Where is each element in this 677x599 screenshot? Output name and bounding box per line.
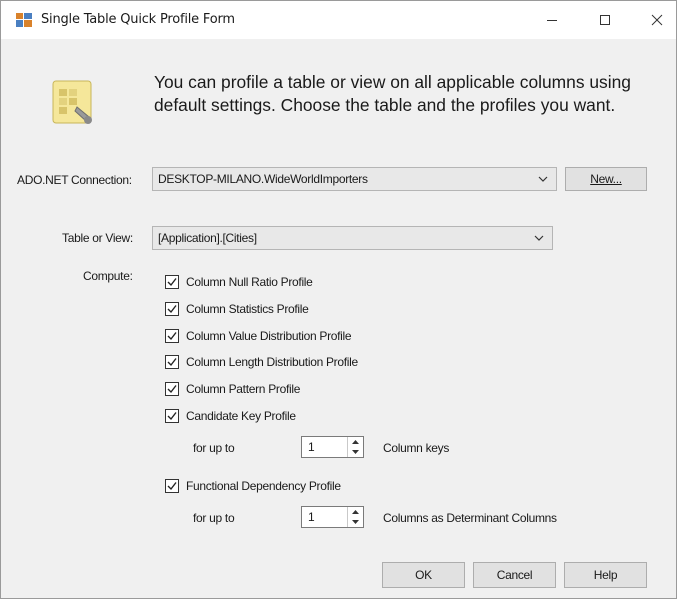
checkmark-icon <box>167 358 177 367</box>
stepper-up-button[interactable] <box>348 437 363 447</box>
length-distribution-profile-checkbox[interactable]: Column Length Distribution Profile <box>165 354 358 370</box>
intro-text: You can profile a table or view on all a… <box>154 72 631 115</box>
checkbox-label: Column Statistics Profile <box>186 302 309 316</box>
stepper-value: 1 <box>308 440 315 454</box>
determinant-columns-stepper[interactable]: 1 <box>301 506 364 528</box>
checkbox-box[interactable] <box>165 382 179 396</box>
value-distribution-profile-checkbox[interactable]: Column Value Distribution Profile <box>165 328 352 344</box>
checkbox-label: Column Length Distribution Profile <box>186 355 358 369</box>
title-bar[interactable]: Single Table Quick Profile Form <box>1 1 676 39</box>
dialog-window: Single Table Quick Profile Form You can … <box>0 0 677 599</box>
checkbox-label: Candidate Key Profile <box>186 409 296 423</box>
checkmark-icon <box>167 305 177 314</box>
pattern-profile-checkbox[interactable]: Column Pattern Profile <box>165 381 300 397</box>
close-icon <box>651 14 663 26</box>
table-dropdown[interactable]: [Application].[Cities] <box>152 226 553 250</box>
checkbox-box[interactable] <box>165 302 179 316</box>
maximize-icon <box>600 15 610 25</box>
functional-dependency-prefix: for up to <box>193 511 235 525</box>
checkmark-icon <box>167 278 177 287</box>
candidate-key-suffix: Column keys <box>383 441 450 455</box>
checkmark-icon <box>167 482 177 491</box>
stepper-arrows <box>347 437 363 457</box>
checkmark-icon <box>167 332 177 341</box>
checkbox-label: Column Null Ratio Profile <box>186 275 313 289</box>
table-label: Table or View: <box>62 231 133 245</box>
candidate-key-count-stepper[interactable]: 1 <box>301 436 364 458</box>
chevron-down-icon <box>538 176 548 182</box>
stepper-value: 1 <box>308 510 315 524</box>
profile-wizard-icon <box>49 77 101 129</box>
stepper-down-button[interactable] <box>348 447 363 457</box>
statistics-profile-checkbox[interactable]: Column Statistics Profile <box>165 301 309 317</box>
minimize-button[interactable] <box>529 1 575 39</box>
stepper-down-button[interactable] <box>348 517 363 527</box>
checkbox-label: Column Pattern Profile <box>186 382 301 396</box>
stepper-arrows <box>347 507 363 527</box>
triangle-down-icon <box>352 450 359 454</box>
checkbox-box[interactable] <box>165 275 179 289</box>
chevron-down-icon <box>534 235 544 241</box>
checkbox-box[interactable] <box>165 409 179 423</box>
checkbox-label: Column Value Distribution Profile <box>186 329 352 343</box>
ok-button[interactable]: OK <box>382 562 465 588</box>
checkbox-label: Functional Dependency Profile <box>186 479 341 493</box>
new-connection-button[interactable]: New... <box>565 167 647 191</box>
checkmark-icon <box>167 385 177 394</box>
maximize-button[interactable] <box>582 1 628 39</box>
help-button[interactable]: Help <box>564 562 647 588</box>
connection-label: ADO.NET Connection: <box>17 173 132 187</box>
app-icon <box>16 13 32 27</box>
triangle-up-icon <box>352 440 359 444</box>
functional-dependency-profile-checkbox[interactable]: Functional Dependency Profile <box>165 478 341 494</box>
null-ratio-profile-checkbox[interactable]: Column Null Ratio Profile <box>165 274 313 290</box>
functional-dependency-suffix: Columns as Determinant Columns <box>383 511 557 525</box>
candidate-key-prefix: for up to <box>193 441 235 455</box>
checkbox-box[interactable] <box>165 479 179 493</box>
connection-dropdown[interactable]: DESKTOP-MILANO.WideWorldImporters <box>152 167 557 191</box>
minimize-icon <box>547 20 557 21</box>
checkbox-box[interactable] <box>165 355 179 369</box>
checkmark-icon <box>167 412 177 421</box>
triangle-up-icon <box>352 510 359 514</box>
table-value: [Application].[Cities] <box>158 231 257 245</box>
help-label: Help <box>593 568 618 582</box>
checkbox-box[interactable] <box>165 329 179 343</box>
candidate-key-profile-checkbox[interactable]: Candidate Key Profile <box>165 408 296 424</box>
cancel-label: Cancel <box>496 568 533 582</box>
stepper-up-button[interactable] <box>348 507 363 517</box>
compute-label: Compute: <box>83 269 133 283</box>
new-connection-label: New... <box>590 172 622 186</box>
connection-value: DESKTOP-MILANO.WideWorldImporters <box>158 172 368 186</box>
close-button[interactable] <box>634 1 677 39</box>
triangle-down-icon <box>352 520 359 524</box>
window-title: Single Table Quick Profile Form <box>41 12 235 27</box>
ok-label: OK <box>415 568 432 582</box>
cancel-button[interactable]: Cancel <box>473 562 556 588</box>
